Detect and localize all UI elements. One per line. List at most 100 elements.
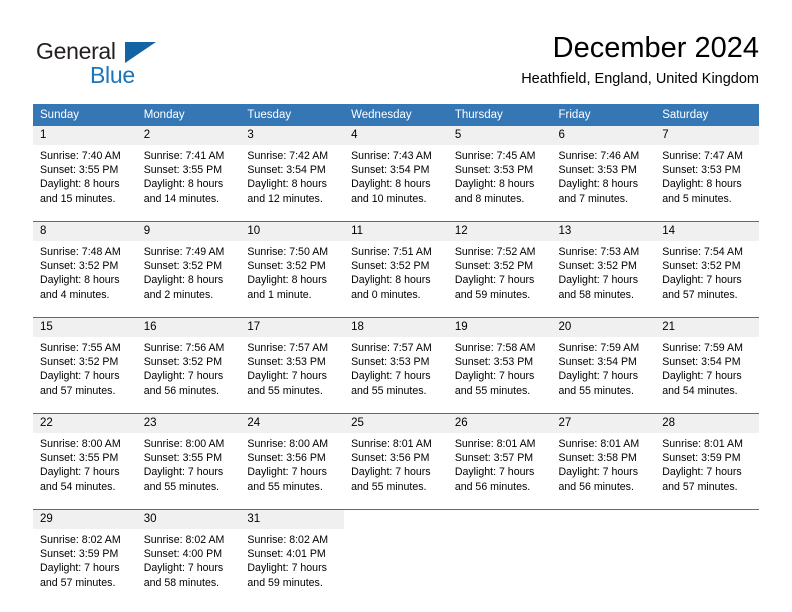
day-number: 26 — [447, 414, 552, 433]
calendar-day-cell[interactable]: 23 Sunrise: 8:00 AM Sunset: 3:55 PM Dayligh… — [136, 413, 241, 500]
sunrise-text: Sunrise: 7:47 AM — [662, 150, 743, 162]
day-number: 8 — [33, 222, 137, 241]
daylight-text-line2: and 55 minutes. — [351, 384, 427, 397]
calendar-day-cell[interactable]: 25 Sunrise: 8:01 AM Sunset: 3:56 PM Dayligh… — [344, 413, 448, 500]
sunset-text: Sunset: 3:59 PM — [40, 548, 119, 561]
daylight-text-line1: Daylight: 7 hours — [662, 466, 742, 479]
week-row-gap-cell — [447, 212, 552, 222]
sunset-text: Sunset: 3:54 PM — [351, 164, 430, 177]
calendar-day-cell[interactable]: 6 Sunrise: 7:46 AM Sunset: 3:53 PM Daylight… — [551, 126, 656, 212]
calendar-day-cell[interactable]: 21 Sunrise: 7:59 AM Sunset: 3:54 PM Dayligh… — [655, 317, 759, 404]
sunrise-text: Sunrise: 8:02 AM — [40, 534, 121, 546]
day-cell-details: Sunrise: 7:41 AM Sunset: 3:55 PM Daylight:… — [137, 145, 241, 206]
week-row-gap-cell — [447, 404, 552, 414]
day-cell-details: Sunrise: 7:52 AM Sunset: 3:52 PM Daylight:… — [448, 241, 552, 302]
day-number: 18 — [344, 318, 448, 337]
day-cell-details — [344, 529, 448, 533]
daylight-text-line1: Daylight: 7 hours — [454, 466, 535, 479]
weekday-header-wednesday: Wednesday — [344, 104, 448, 126]
calendar-day-cell[interactable]: 28 Sunrise: 8:01 AM Sunset: 3:59 PM Dayligh… — [655, 413, 759, 500]
calendar-day-cell[interactable]: 9 Sunrise: 7:49 AM Sunset: 3:52 PM Daylight… — [136, 221, 241, 308]
sunrise-text: Sunrise: 8:01 AM — [558, 438, 640, 450]
day-cell-inner: 26 Sunrise: 8:01 AM Sunset: 3:57 PM Dayligh… — [447, 414, 552, 500]
sunrise-text: Sunrise: 7:56 AM — [143, 342, 225, 354]
daylight-text-line1: Daylight: 8 hours — [40, 274, 120, 287]
week-row-gap — [33, 308, 759, 318]
daylight-text-line2: and 15 minutes. — [40, 192, 116, 205]
calendar-day-cell[interactable]: 1 Sunrise: 7:40 AM Sunset: 3:55 PM Daylight… — [33, 126, 137, 212]
daylight-text-line2: and 12 minutes. — [247, 192, 323, 205]
daylight-text-line2: and 4 minutes. — [40, 288, 110, 301]
calendar-day-cell[interactable]: 16 Sunrise: 7:56 AM Sunset: 3:52 PM Dayligh… — [136, 317, 241, 404]
daylight-text-line1: Daylight: 7 hours — [247, 466, 327, 479]
sunrise-text: Sunrise: 7:57 AM — [247, 342, 329, 354]
day-cell-details: Sunrise: 7:42 AM Sunset: 3:54 PM Daylight:… — [240, 145, 344, 206]
sunrise-text: Sunrise: 7:53 AM — [558, 246, 640, 258]
calendar-week-row: 15 Sunrise: 7:55 AM Sunset: 3:52 PM Dayligh… — [33, 317, 759, 404]
week-row-gap-cell — [240, 500, 345, 510]
calendar-day-cell[interactable]: 19 Sunrise: 7:58 AM Sunset: 3:53 PM Dayligh… — [447, 317, 552, 404]
calendar-week-row: 22 Sunrise: 8:00 AM Sunset: 3:55 PM Dayligh… — [33, 413, 759, 500]
calendar-day-cell[interactable]: 30 Sunrise: 8:02 AM Sunset: 4:00 PM Dayligh… — [136, 509, 241, 596]
sunrise-text: Sunrise: 7:57 AM — [351, 342, 432, 354]
calendar-day-cell[interactable]: 11 Sunrise: 7:51 AM Sunset: 3:52 PM Dayligh… — [344, 221, 448, 308]
day-number: 11 — [344, 222, 448, 241]
day-number: 5 — [447, 126, 552, 145]
sunrise-text: Sunrise: 7:42 AM — [247, 150, 329, 162]
day-cell-details: Sunrise: 7:46 AM Sunset: 3:53 PM Daylight:… — [552, 145, 656, 206]
calendar-week-row: 1 Sunrise: 7:40 AM Sunset: 3:55 PM Daylight… — [33, 126, 759, 212]
calendar-day-cell[interactable]: 13 Sunrise: 7:53 AM Sunset: 3:52 PM Dayligh… — [551, 221, 656, 308]
sunrise-text: Sunrise: 7:41 AM — [143, 150, 225, 162]
calendar-day-cell[interactable]: 14 Sunrise: 7:54 AM Sunset: 3:52 PM Dayligh… — [655, 221, 759, 308]
day-number: 24 — [240, 414, 345, 433]
sunset-text: Sunset: 3:54 PM — [558, 356, 637, 369]
daylight-text-line2: and 0 minutes. — [351, 288, 421, 301]
sunset-text: Sunset: 3:52 PM — [351, 260, 430, 273]
calendar-empty-cell — [551, 509, 656, 596]
calendar-day-cell[interactable]: 18 Sunrise: 7:57 AM Sunset: 3:53 PM Dayligh… — [344, 317, 448, 404]
day-cell-inner: 23 Sunrise: 8:00 AM Sunset: 3:55 PM Dayligh… — [136, 414, 241, 500]
calendar-day-cell[interactable]: 15 Sunrise: 7:55 AM Sunset: 3:52 PM Dayligh… — [33, 317, 137, 404]
calendar-day-cell[interactable]: 4 Sunrise: 7:43 AM Sunset: 3:54 PM Daylight… — [344, 126, 448, 212]
calendar-day-cell[interactable]: 17 Sunrise: 7:57 AM Sunset: 3:53 PM Dayligh… — [240, 317, 345, 404]
day-number: 9 — [136, 222, 241, 241]
day-cell-details: Sunrise: 7:58 AM Sunset: 3:53 PM Daylight:… — [448, 337, 552, 398]
daylight-text-line1: Daylight: 7 hours — [40, 562, 120, 575]
day-cell-details: Sunrise: 8:01 AM Sunset: 3:58 PM Daylight:… — [552, 433, 656, 494]
day-cell-details: Sunrise: 8:02 AM Sunset: 4:00 PM Daylight:… — [137, 529, 241, 590]
day-cell-details: Sunrise: 8:00 AM Sunset: 3:55 PM Daylight:… — [33, 433, 137, 494]
day-cell-inner: 12 Sunrise: 7:52 AM Sunset: 3:52 PM Dayligh… — [447, 222, 552, 308]
sunset-text: Sunset: 3:52 PM — [143, 260, 223, 273]
page-subtitle: Heathfield, England, United Kingdom — [521, 71, 759, 87]
calendar-day-cell[interactable]: 2 Sunrise: 7:41 AM Sunset: 3:55 PM Daylight… — [136, 126, 241, 212]
calendar-day-cell[interactable]: 31 Sunrise: 8:02 AM Sunset: 4:01 PM Dayligh… — [240, 509, 345, 596]
calendar-day-cell[interactable]: 7 Sunrise: 7:47 AM Sunset: 3:53 PM Daylight… — [655, 126, 759, 212]
sunrise-text: Sunrise: 7:40 AM — [40, 150, 121, 162]
sunrise-text: Sunrise: 7:45 AM — [454, 150, 536, 162]
calendar-day-cell[interactable]: 27 Sunrise: 8:01 AM Sunset: 3:58 PM Dayligh… — [551, 413, 656, 500]
week-row-gap-cell — [344, 308, 448, 318]
calendar-day-cell[interactable]: 26 Sunrise: 8:01 AM Sunset: 3:57 PM Dayligh… — [447, 413, 552, 500]
day-number — [344, 510, 448, 529]
daylight-text-line2: and 59 minutes. — [454, 288, 531, 301]
calendar-day-cell[interactable]: 29 Sunrise: 8:02 AM Sunset: 3:59 PM Dayligh… — [33, 509, 137, 596]
calendar-day-cell[interactable]: 3 Sunrise: 7:42 AM Sunset: 3:54 PM Daylight… — [240, 126, 345, 212]
calendar-day-cell[interactable]: 5 Sunrise: 7:45 AM Sunset: 3:53 PM Daylight… — [447, 126, 552, 212]
daylight-text-line2: and 57 minutes. — [40, 384, 116, 397]
calendar-day-cell[interactable]: 12 Sunrise: 7:52 AM Sunset: 3:52 PM Dayligh… — [447, 221, 552, 308]
calendar-day-cell[interactable]: 20 Sunrise: 7:59 AM Sunset: 3:54 PM Dayligh… — [551, 317, 656, 404]
daylight-text-line1: Daylight: 8 hours — [143, 274, 224, 287]
sunset-text: Sunset: 3:58 PM — [558, 452, 637, 465]
calendar-day-cell[interactable]: 22 Sunrise: 8:00 AM Sunset: 3:55 PM Dayligh… — [33, 413, 137, 500]
logo-text-general: General — [36, 38, 116, 64]
sunset-text: Sunset: 3:53 PM — [454, 164, 534, 177]
calendar-day-cell[interactable]: 8 Sunrise: 7:48 AM Sunset: 3:52 PM Daylight… — [33, 221, 137, 308]
week-row-gap-cell — [344, 500, 448, 510]
daylight-text-line1: Daylight: 7 hours — [143, 370, 224, 383]
daylight-text-line1: Daylight: 7 hours — [143, 466, 224, 479]
day-cell-inner: 22 Sunrise: 8:00 AM Sunset: 3:55 PM Dayligh… — [33, 414, 137, 500]
daylight-text-line2: and 7 minutes. — [558, 192, 629, 205]
calendar-day-cell[interactable]: 24 Sunrise: 8:00 AM Sunset: 3:56 PM Dayligh… — [240, 413, 345, 500]
day-number: 15 — [33, 318, 137, 337]
calendar-day-cell[interactable]: 10 Sunrise: 7:50 AM Sunset: 3:52 PM Dayligh… — [240, 221, 345, 308]
